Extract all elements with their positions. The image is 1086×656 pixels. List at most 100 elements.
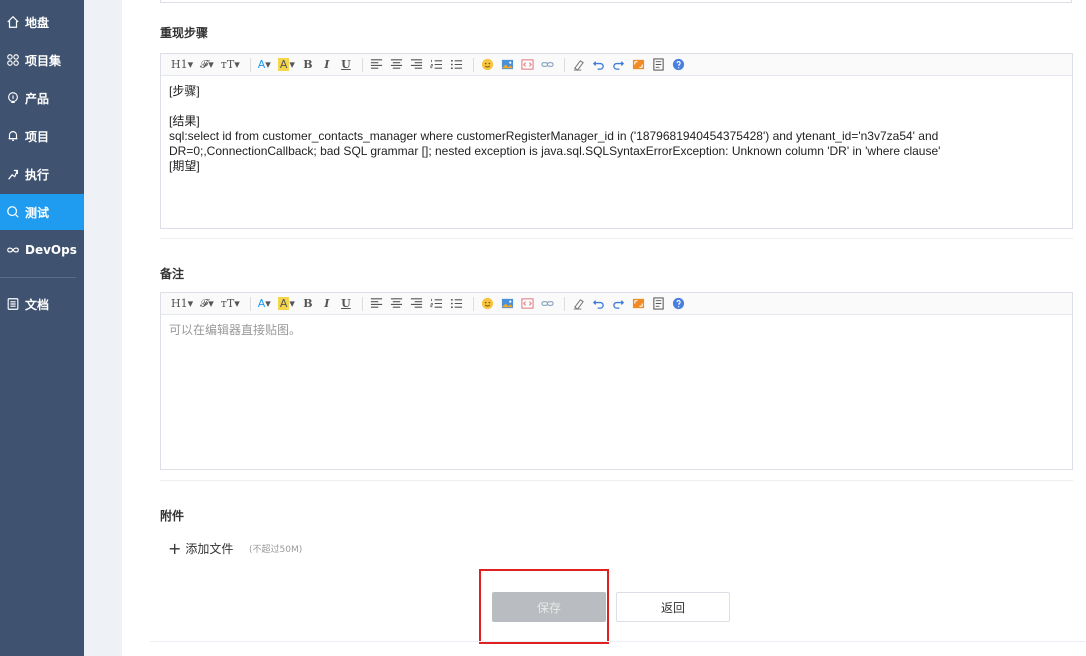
sidebar-item-devops[interactable]: DevOps (0, 232, 84, 268)
notes-placeholder: 可以在编辑器直接贴图。 (169, 323, 302, 337)
template-icon[interactable] (650, 56, 667, 74)
search-icon (5, 204, 21, 220)
align-left-icon[interactable] (368, 295, 385, 313)
bulb-icon (5, 90, 21, 106)
link-icon[interactable] (539, 56, 556, 74)
ordered-list-icon[interactable] (428, 295, 445, 313)
underline-button[interactable]: U (338, 56, 354, 74)
align-center-icon[interactable] (388, 56, 405, 74)
italic-button[interactable]: I (319, 56, 335, 74)
steps-editor[interactable]: H1 ▾ 𝓕 ▾ тT ▾ A ▾ A ▾ B I U [步骤] [结果] sq… (160, 53, 1073, 229)
previous-field-edge (160, 0, 1072, 3)
fullscreen-icon[interactable] (630, 56, 647, 74)
template-icon[interactable] (650, 295, 667, 313)
save-button[interactable]: 保存 (492, 592, 606, 622)
notes-content[interactable]: 可以在编辑器直接贴图。 (161, 315, 1072, 346)
sidebar-item-test[interactable]: 测试 (0, 194, 84, 230)
align-left-icon[interactable] (368, 56, 385, 74)
help-icon[interactable] (670, 295, 687, 313)
font-family-button[interactable]: 𝓕 ▾ (198, 295, 216, 313)
sidebar-item-program[interactable]: 项目集 (0, 42, 84, 78)
ordered-list-icon[interactable] (428, 56, 445, 74)
font-color-button[interactable]: A ▾ (256, 56, 273, 74)
font-size-button[interactable]: тT ▾ (219, 56, 242, 74)
fullscreen-icon[interactable] (630, 295, 647, 313)
notes-toolbar: H1 ▾ 𝓕 ▾ тT ▾ A ▾ A ▾ B I U (161, 293, 1072, 315)
infinity-icon (5, 242, 21, 258)
home-icon (5, 14, 21, 30)
main-panel: 重现步骤 H1 ▾ 𝓕 ▾ тT ▾ A ▾ A ▾ B I U [步骤] [结… (122, 0, 1086, 656)
sidebar-item-label: DevOps (25, 243, 77, 257)
redo-icon[interactable] (610, 56, 627, 74)
steps-line: DR=0;,ConnectionCallback; bad SQL gramma… (169, 144, 941, 158)
steps-content[interactable]: [步骤] [结果] sql:select id from customer_co… (161, 76, 1072, 182)
eraser-icon[interactable] (570, 295, 587, 313)
emoji-icon[interactable] (479, 295, 496, 313)
sidebar-item-label: 产品 (25, 91, 50, 106)
add-file-button[interactable]: + 添加文件 (168, 540, 233, 557)
steps-line: [期望] (169, 159, 200, 173)
bullet-list-icon[interactable] (448, 295, 465, 313)
toolbar-separator (249, 57, 251, 72)
redo-icon[interactable] (610, 295, 627, 313)
file-size-limit: (不超过50M) (249, 545, 303, 555)
sidebar-item-label: 地盘 (25, 15, 50, 30)
sidebar-item-label: 项目 (25, 129, 50, 144)
steps-line: [结果] (169, 114, 200, 128)
emoji-icon[interactable] (479, 56, 496, 74)
sidebar-item-execution[interactable]: 执行 (0, 156, 84, 192)
sidebar-divider (0, 277, 76, 278)
undo-icon[interactable] (590, 295, 607, 313)
code-icon[interactable] (519, 56, 536, 74)
font-size-button[interactable]: тT ▾ (219, 295, 242, 313)
add-file-label: 添加文件 (185, 542, 234, 556)
notes-editor[interactable]: H1 ▾ 𝓕 ▾ тT ▾ A ▾ A ▾ B I U 可以在编辑器直接贴图。 (160, 292, 1073, 470)
sidebar-item-product[interactable]: 产品 (0, 80, 84, 116)
underline-button[interactable]: U (338, 295, 354, 313)
steps-blank-line (169, 99, 1064, 114)
steps-line: sql:select id from customer_contacts_man… (169, 129, 939, 143)
heading-button[interactable]: H1 ▾ (169, 56, 195, 74)
image-icon[interactable] (499, 295, 516, 313)
steps-title: 重现步骤 (160, 26, 209, 40)
align-right-icon[interactable] (408, 56, 425, 74)
footer-divider (150, 641, 1086, 642)
eraser-icon[interactable] (570, 56, 587, 74)
sidebar: 地盘 项目集 产品 项目 执行 测试 DevOps 文档 (0, 0, 84, 656)
highlight-button[interactable]: A ▾ (276, 56, 297, 74)
sidebar-item-docs[interactable]: 文档 (0, 286, 84, 322)
highlight-button[interactable]: A ▾ (276, 295, 297, 313)
image-icon[interactable] (499, 56, 516, 74)
toolbar-separator (361, 57, 363, 72)
help-icon[interactable] (670, 56, 687, 74)
bullet-list-icon[interactable] (448, 56, 465, 74)
run-icon (5, 166, 21, 182)
section-divider (160, 480, 1073, 481)
italic-button[interactable]: I (319, 295, 335, 313)
heading-button[interactable]: H1 ▾ (169, 295, 195, 313)
bold-button[interactable]: B (300, 295, 316, 313)
sidebar-item-label: 执行 (25, 167, 50, 182)
toolbar-separator (249, 296, 251, 311)
toolbar-separator (472, 296, 474, 311)
font-family-button[interactable]: 𝓕 ▾ (198, 56, 216, 74)
link-icon[interactable] (539, 295, 556, 313)
sidebar-item-project[interactable]: 项目 (0, 118, 84, 154)
align-right-icon[interactable] (408, 295, 425, 313)
sidebar-item-dashboard[interactable]: 地盘 (0, 4, 84, 40)
steps-toolbar: H1 ▾ 𝓕 ▾ тT ▾ A ▾ A ▾ B I U (161, 54, 1072, 76)
notes-title: 备注 (160, 267, 185, 281)
back-button[interactable]: 返回 (616, 592, 730, 622)
font-color-button[interactable]: A ▾ (256, 295, 273, 313)
undo-icon[interactable] (590, 56, 607, 74)
steps-line: [步骤] (169, 84, 200, 98)
bold-button[interactable]: B (300, 56, 316, 74)
document-icon (5, 296, 21, 312)
align-center-icon[interactable] (388, 295, 405, 313)
toolbar-separator (361, 296, 363, 311)
grid-icon (5, 52, 21, 68)
bell-icon (5, 128, 21, 144)
sidebar-item-label: 文档 (25, 297, 50, 312)
sidebar-item-label: 测试 (25, 205, 50, 220)
code-icon[interactable] (519, 295, 536, 313)
